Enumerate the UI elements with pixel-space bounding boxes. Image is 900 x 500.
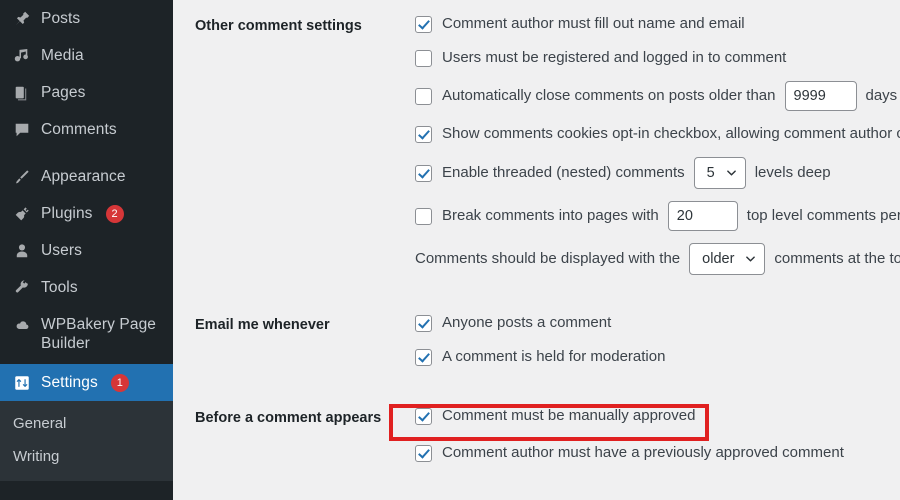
select-thread-depth-value: 5 (706, 165, 715, 181)
media-icon (13, 46, 41, 66)
cloud-icon (13, 316, 41, 336)
wrench-icon (13, 278, 41, 298)
brush-icon (13, 167, 41, 187)
option-label: Comment author must have a previously ap… (442, 444, 844, 461)
sidebar-item-label: WPBakery Page Builder (41, 316, 157, 352)
submenu-item-general[interactable]: General (0, 407, 173, 440)
sidebar-item-tools[interactable]: Tools (0, 269, 173, 306)
sidebar-item-label: Media (41, 47, 84, 64)
option-comment-display-order: Comments should be displayed with the ol… (415, 243, 900, 275)
fields-email-me-whenever: Anyone posts a comment A comment is held… (415, 299, 900, 374)
chevron-down-icon (726, 170, 736, 176)
comment-icon (13, 120, 41, 140)
option-previously-approved[interactable]: Comment author must have a previously ap… (415, 442, 900, 464)
option-label: Comment must be manually approved (442, 407, 696, 424)
sidebar-item-label: Pages (41, 84, 86, 101)
option-label: Comment author must fill out name and em… (442, 15, 745, 32)
row-label-other-comment-settings: Other comment settings (195, 18, 362, 34)
admin-sidebar: Posts Media Pages Comments Appearance Pl… (0, 0, 173, 500)
select-comment-order-value: older (702, 251, 735, 267)
sidebar-item-users[interactable]: Users (0, 232, 173, 269)
input-comments-per-page[interactable]: 20 (667, 201, 738, 231)
settings-submenu: General Writing (0, 401, 173, 481)
option-label-before: Automatically close comments on posts ol… (442, 87, 776, 104)
user-icon (13, 241, 41, 261)
sidebar-item-settings[interactable]: Settings 1 (0, 364, 173, 401)
option-label: Users must be registered and logged in t… (442, 49, 787, 66)
sidebar-item-media[interactable]: Media (0, 37, 173, 74)
checkbox-require-name-email[interactable] (415, 15, 432, 33)
display-order-label-after: comments at the top of each page (774, 250, 900, 267)
plug-icon (13, 204, 41, 224)
sidebar-item-label: Settings (41, 374, 98, 391)
sidebar-item-label: Appearance (41, 168, 126, 185)
checkbox-anyone-posts-comment[interactable] (415, 314, 432, 332)
sidebar-item-label: Plugins (41, 205, 93, 222)
checkbox-break-comments-pages[interactable] (415, 207, 432, 225)
sidebar-item-posts[interactable]: Posts (0, 0, 173, 37)
sidebar-item-label: Tools (41, 279, 78, 296)
option-close-comments-older[interactable]: Automatically close comments on posts ol… (415, 81, 900, 111)
checkbox-cookies-optin[interactable] (415, 125, 432, 143)
row-label-before-a-comment-appears: Before a comment appears (195, 410, 382, 426)
option-anyone-posts-comment[interactable]: Anyone posts a comment (415, 312, 900, 334)
option-label: Anyone posts a comment (442, 314, 612, 331)
sidebar-badge-plugins: 2 (105, 204, 124, 223)
chevron-down-icon (746, 256, 756, 262)
checkbox-close-comments-older[interactable] (415, 87, 432, 105)
option-label-after: top level comments per page and the (746, 207, 900, 224)
row-before-a-comment-appears: Before a comment appears Comment must be… (173, 392, 900, 470)
option-label-after: days (865, 87, 898, 104)
settings-table: Other comment settings Comment author mu… (173, 0, 900, 470)
checkbox-comment-held-moderation[interactable] (415, 348, 432, 366)
submenu-item-writing[interactable]: Writing (0, 440, 173, 473)
fields-before-a-comment-appears: Comment must be manually approved Commen… (389, 392, 900, 470)
option-manually-approved[interactable]: Comment must be manually approved (389, 404, 900, 441)
option-require-name-email[interactable]: Comment author must fill out name and em… (415, 13, 900, 35)
discussion-settings-form: Other comment settings Comment author mu… (173, 0, 900, 500)
row-email-me-whenever: Email me whenever Anyone posts a comment… (173, 299, 900, 374)
sidebar-item-appearance[interactable]: Appearance (0, 158, 173, 195)
sidebar-item-wpbakery-page-builder[interactable]: WPBakery Page Builder (0, 306, 173, 364)
checkbox-require-registration[interactable] (415, 49, 432, 67)
row-other-comment-settings: Other comment settings Comment author mu… (173, 0, 900, 281)
sidebar-item-comments[interactable]: Comments (0, 111, 173, 148)
fields-other-comment-settings: Comment author must fill out name and em… (415, 0, 900, 281)
pin-icon (13, 9, 41, 29)
sidebar-item-pages[interactable]: Pages (0, 74, 173, 111)
checkbox-manually-approved[interactable] (415, 407, 432, 425)
sidebar-item-label: Posts (41, 10, 81, 27)
option-cookies-optin[interactable]: Show comments cookies opt-in checkbox, a… (415, 123, 900, 145)
option-label-after: levels deep (754, 164, 831, 181)
option-threaded-comments[interactable]: Enable threaded (nested) comments 5 leve… (415, 157, 900, 189)
sidebar-item-label: Users (41, 242, 82, 259)
select-comment-order[interactable]: older (689, 243, 766, 275)
select-thread-depth[interactable]: 5 (693, 157, 746, 189)
sidebar-item-plugins[interactable]: Plugins 2 (0, 195, 173, 232)
wordpress-admin-screen: Posts Media Pages Comments Appearance Pl… (0, 0, 900, 500)
sidebar-separator (0, 148, 173, 158)
input-close-comments-days[interactable]: 9999 (784, 81, 857, 111)
option-label-before: Enable threaded (nested) comments (442, 164, 685, 181)
pages-icon (13, 83, 41, 103)
row-label-email-me-whenever: Email me whenever (195, 317, 330, 333)
sidebar-item-label: Comments (41, 121, 117, 138)
display-order-label-before: Comments should be displayed with the (415, 250, 681, 267)
option-require-registration[interactable]: Users must be registered and logged in t… (415, 47, 900, 69)
settings-icon (13, 373, 41, 393)
option-break-comments-pages[interactable]: Break comments into pages with 20 top le… (415, 201, 900, 231)
option-label: A comment is held for moderation (442, 348, 666, 365)
option-label: Show comments cookies opt-in checkbox, a… (442, 125, 900, 142)
checkbox-threaded-comments[interactable] (415, 164, 432, 182)
sidebar-badge-settings: 1 (110, 373, 129, 392)
checkbox-previously-approved[interactable] (415, 444, 432, 462)
option-label-before: Break comments into pages with (442, 207, 659, 224)
option-comment-held-moderation[interactable]: A comment is held for moderation (415, 346, 900, 368)
